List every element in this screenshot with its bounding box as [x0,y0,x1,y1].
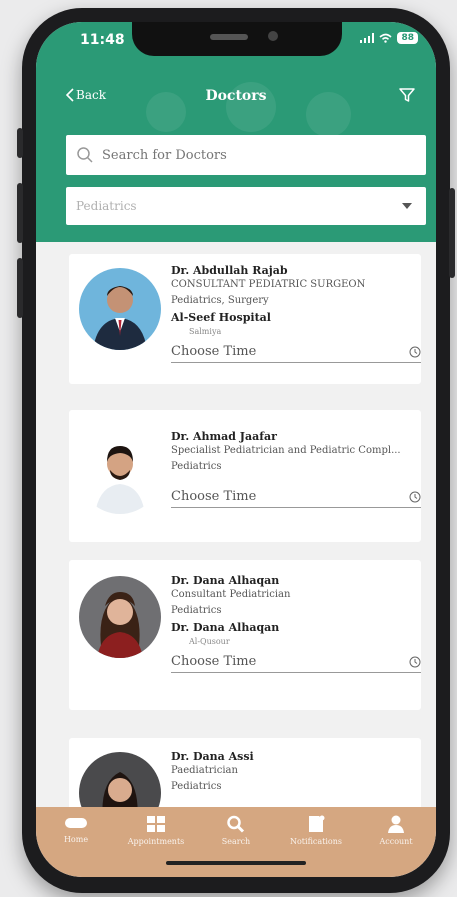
mute-switch [17,128,23,158]
doctor-title: Specialist Pediatrician and Pediatric Co… [171,445,401,456]
choose-time-field[interactable]: Choose Time [171,654,421,673]
specialty-value: Pediatrics [76,199,137,213]
tab-label: Notifications [289,837,343,846]
tab-label: Appointments [127,837,185,846]
page-title: Doctors [205,88,267,104]
app-screen: 11:48 88 Back Doctors Search for Doctors… [36,22,436,877]
tab-home[interactable]: Home [41,815,111,844]
choose-time-field[interactable]: Choose Time [171,344,421,363]
wifi-icon [379,33,393,43]
home-indicator[interactable] [166,861,306,865]
search-bar[interactable] [66,135,426,175]
signal-icon [360,33,375,43]
status-time: 11:48 [80,32,125,48]
doctor-name: Dr. Abdullah Rajab [171,264,288,277]
doctor-name: Dr. Dana Assi [171,750,254,763]
doctor-card[interactable]: Dr. Abdullah Rajab CONSULTANT PEDIATRIC … [69,254,421,384]
doctor-specialties: Pediatrics [171,781,222,792]
filter-icon [399,88,415,102]
doctor-area: Salmiya [189,327,222,336]
doctor-title: Paediatrician [171,765,238,776]
tab-label: Home [63,835,89,844]
doctor-hospital: Dr. Dana Alhaqan [171,621,280,634]
doctor-specialties: Pediatrics, Surgery [171,295,269,306]
doctor-avatar [79,432,161,514]
volume-up-button [17,183,23,243]
doctor-title: Consultant Pediatrician [171,589,291,600]
tab-notifications[interactable]: Notifications [281,815,351,846]
doctor-specialties: Pediatrics [171,461,222,472]
choose-time-field[interactable]: Choose Time [171,489,421,508]
tab-appointments[interactable]: Appointments [121,815,191,846]
caret-down-icon [402,203,412,209]
app-header: 11:48 88 Back Doctors Search for Doctors… [36,22,436,242]
account-icon [388,815,404,833]
search-icon [227,815,245,833]
doctor-avatar [79,268,161,350]
doctor-card[interactable]: Dr. Dana Alhaqan Consultant Pediatrician… [69,560,421,710]
volume-down-button [17,258,23,318]
speaker [210,34,248,40]
camera [268,31,278,41]
doctor-specialties: Pediatrics [171,605,222,616]
choose-time-label: Choose Time [171,654,257,669]
choose-time-label: Choose Time [171,489,257,504]
doctor-name: Dr. Ahmad Jaafar [171,430,277,443]
phone-frame: 11:48 88 Back Doctors Search for Doctors… [17,8,455,893]
search-input[interactable] [100,146,404,164]
tab-search[interactable]: Search [201,815,271,846]
tab-bar: Home Appointments Search Notifications A… [36,807,436,877]
doctor-card[interactable]: Dr. Ahmad Jaafar Specialist Pediatrician… [69,410,421,542]
notch [132,22,342,56]
doctor-avatar [79,576,161,658]
tab-account[interactable]: Account [361,815,431,846]
clock-icon [409,656,421,667]
doctor-area: Al-Qusour [189,637,230,646]
battery-icon: 88 [397,32,418,44]
specialty-dropdown[interactable]: Pediatrics [66,187,426,225]
status-icons: 88 [360,32,418,44]
doctor-name: Dr. Dana Alhaqan [171,574,280,587]
power-button [449,188,455,278]
doctor-hospital: Al-Seef Hospital [171,311,271,324]
clock-icon [409,491,421,502]
filter-button[interactable] [398,86,416,108]
choose-time-label: Choose Time [171,344,257,359]
clock-icon [409,346,421,357]
doctor-title: CONSULTANT PEDIATRIC SURGEON [171,279,366,290]
tab-label: Account [379,837,413,846]
home-icon [65,818,87,828]
search-icon [77,147,93,163]
notifications-icon [309,815,325,832]
appointments-icon [147,816,165,832]
tab-label: Search [221,837,251,846]
